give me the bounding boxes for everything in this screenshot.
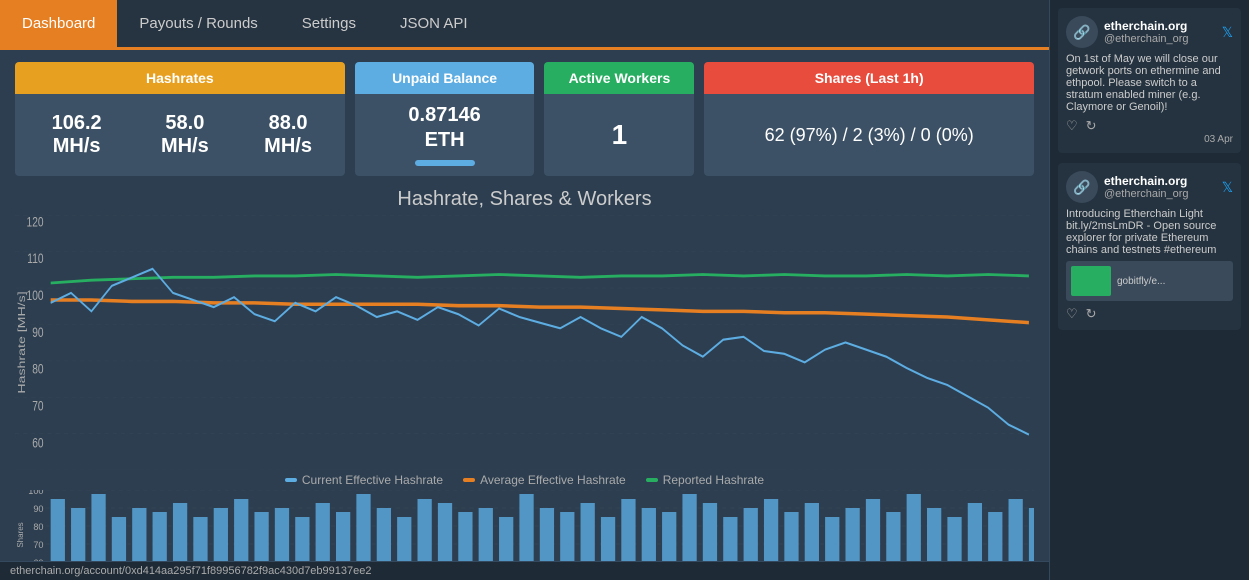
svg-text:70: 70	[33, 540, 43, 550]
nav-dashboard[interactable]: Dashboard	[0, 0, 117, 47]
unpaid-unit: ETH	[425, 129, 465, 152]
legend-average: Average Effective Hashrate	[463, 473, 626, 487]
navbar: Dashboard Payouts / Rounds Settings JSON…	[0, 0, 1049, 50]
tweet-header-1: 🔗 etherchain.org @etherchain_org 𝕏	[1066, 16, 1233, 48]
tweet-card-2: 🔗 etherchain.org @etherchain_org 𝕏 Intro…	[1058, 163, 1241, 330]
legend-reported: Reported Hashrate	[646, 473, 764, 487]
workers-value: 1	[612, 119, 628, 151]
tweet-avatar-2: 🔗	[1066, 171, 1098, 203]
tweet-name-1: etherchain.org	[1104, 19, 1189, 33]
chart-title: Hashrate, Shares & Workers	[15, 188, 1034, 211]
retweet-icon[interactable]: ↻	[1086, 118, 1097, 134]
tweet-date-1: 03 Apr	[1066, 134, 1233, 145]
sidebar: 🔗 etherchain.org @etherchain_org 𝕏 On 1s…	[1049, 0, 1249, 580]
legend-reported-dot	[646, 478, 658, 482]
tweet-img-label: gobitfly/e...	[1117, 276, 1165, 287]
legend-average-dot	[463, 478, 475, 482]
unpaid-progress-bar	[415, 160, 475, 166]
chart-legend: Current Effective Hashrate Average Effec…	[15, 473, 1034, 487]
tweet-actions-1: ♡ ↻	[1066, 118, 1233, 134]
shares-body: 62 (97%) / 2 (3%) / 0 (0%)	[704, 94, 1034, 176]
tweet-name-2: etherchain.org	[1104, 174, 1189, 188]
svg-text:Hashrate [MH/s]: Hashrate [MH/s]	[16, 291, 28, 393]
chart-area: 120 110 100 90 80 70 60 Hashrate [MH/s]	[15, 215, 1034, 470]
workers-header: Active Workers	[544, 62, 694, 94]
workers-body: 1	[544, 94, 694, 176]
tweet-user-1: 🔗 etherchain.org @etherchain_org	[1066, 16, 1189, 48]
hashrate-value1: 106.2 MH/s	[30, 112, 123, 158]
hashrates-header: Hashrates	[15, 62, 345, 94]
svg-text:110: 110	[27, 251, 43, 267]
tweet-image-card[interactable]: gobitfly/e...	[1066, 261, 1233, 301]
hashrates-body: 106.2 MH/s 58.0 MH/s 88.0 MH/s	[15, 94, 345, 176]
retweet-icon-2[interactable]: ↻	[1086, 306, 1097, 322]
legend-current-label: Current Effective Hashrate	[302, 473, 443, 487]
nav-payouts[interactable]: Payouts / Rounds	[117, 0, 279, 47]
tweet-handle-1: @etherchain_org	[1104, 33, 1189, 45]
chart-section: Hashrate, Shares & Workers 120 110 100 9…	[0, 188, 1049, 580]
unpaid-body: 0.87146 ETH	[355, 94, 535, 176]
unpaid-card: Unpaid Balance 0.87146 ETH	[355, 62, 535, 176]
twitter-icon-1: 𝕏	[1222, 24, 1233, 41]
tweet-img-thumb	[1071, 266, 1111, 296]
tweet-handle-2: @etherchain_org	[1104, 188, 1189, 200]
unpaid-header: Unpaid Balance	[355, 62, 535, 94]
main-chart: 120 110 100 90 80 70 60 Hashrate [MH/s]	[15, 215, 1034, 470]
nav-settings[interactable]: Settings	[280, 0, 378, 47]
tweet-card-1: 🔗 etherchain.org @etherchain_org 𝕏 On 1s…	[1058, 8, 1241, 153]
tweet-avatar-1: 🔗	[1066, 16, 1098, 48]
svg-text:120: 120	[27, 215, 44, 230]
link-icon-2: 🔗	[1073, 179, 1090, 196]
tweet-text-1: On 1st of May we will close our getwork …	[1066, 53, 1233, 113]
statusbar: etherchain.org/account/0xd414aa295f71f89…	[0, 561, 1049, 580]
svg-text:60: 60	[32, 435, 43, 451]
workers-card: Active Workers 1	[544, 62, 694, 176]
hashrate-value2: 58.0 MH/s	[143, 112, 226, 158]
svg-text:90: 90	[32, 324, 43, 340]
heart-icon-2[interactable]: ♡	[1066, 306, 1078, 322]
legend-current: Current Effective Hashrate	[285, 473, 443, 487]
shares-header: Shares (Last 1h)	[704, 62, 1034, 94]
svg-text:80: 80	[32, 361, 43, 377]
link-icon: 🔗	[1073, 24, 1090, 41]
hashrate-value3: 88.0 MH/s	[246, 112, 329, 158]
svg-text:90: 90	[33, 504, 43, 514]
legend-current-dot	[285, 478, 297, 482]
status-url: etherchain.org/account/0xd414aa295f71f89…	[10, 565, 372, 577]
tweet-text-2: Introducing Etherchain Light bit.ly/2msL…	[1066, 208, 1233, 256]
tweet-user-2: 🔗 etherchain.org @etherchain_org	[1066, 171, 1189, 203]
svg-text:80: 80	[33, 522, 43, 532]
nav-jsonapi[interactable]: JSON API	[378, 0, 490, 47]
legend-average-label: Average Effective Hashrate	[480, 473, 626, 487]
tweet-actions-2: ♡ ↻	[1066, 306, 1233, 322]
stats-row: Hashrates 106.2 MH/s 58.0 MH/s 88.0 MH/s…	[0, 50, 1049, 188]
svg-text:100: 100	[27, 287, 44, 303]
unpaid-value: 0.87146	[408, 104, 480, 127]
tweet-header-2: 🔗 etherchain.org @etherchain_org 𝕏	[1066, 171, 1233, 203]
legend-reported-label: Reported Hashrate	[663, 473, 764, 487]
heart-icon[interactable]: ♡	[1066, 118, 1078, 134]
hashrates-card: Hashrates 106.2 MH/s 58.0 MH/s 88.0 MH/s	[15, 62, 345, 176]
twitter-icon-2: 𝕏	[1222, 179, 1233, 196]
shares-value: 62 (97%) / 2 (3%) / 0 (0%)	[765, 125, 974, 146]
svg-text:100: 100	[28, 490, 43, 496]
svg-text:70: 70	[32, 398, 43, 414]
svg-text:Shares: Shares	[16, 522, 25, 547]
shares-card: Shares (Last 1h) 62 (97%) / 2 (3%) / 0 (…	[704, 62, 1034, 176]
